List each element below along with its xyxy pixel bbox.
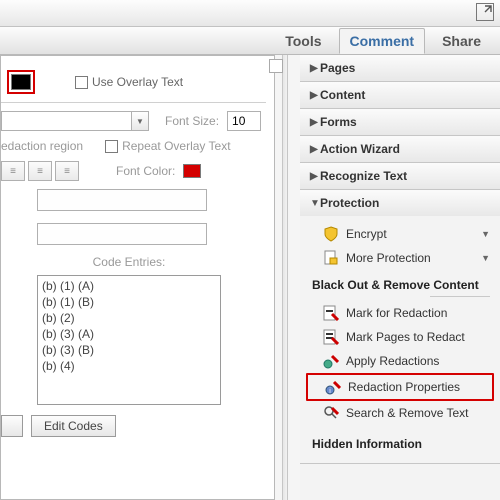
font-size-input[interactable] xyxy=(227,111,261,131)
font-color-label: Font Color: xyxy=(116,164,175,178)
prev-code-button[interactable] xyxy=(1,415,23,437)
panel-pages[interactable]: ▶Pages xyxy=(300,55,500,81)
more-protection-item[interactable]: More Protection ▼ xyxy=(300,246,500,270)
redact-mark-icon xyxy=(322,305,340,321)
panel-protection[interactable]: ▼Protection xyxy=(300,190,500,216)
hidden-info-subheader: Hidden Information xyxy=(300,425,500,455)
chevron-down-icon: ▼ xyxy=(481,229,490,239)
align-center-button[interactable]: ≡ xyxy=(28,161,52,181)
font-size-label: Font Size: xyxy=(165,114,219,128)
repeat-overlay-checkbox[interactable] xyxy=(105,140,118,153)
chevron-down-icon: ▼ xyxy=(481,253,490,263)
repeat-overlay-label: Repeat Overlay Text xyxy=(122,139,231,153)
code-entries-label: Code Entries: xyxy=(37,255,221,269)
search-remove-item[interactable]: Search & Remove Text xyxy=(300,401,500,425)
auto-size-label: edaction region xyxy=(1,139,83,153)
code-entries-list[interactable]: (b) (1) (A) (b) (1) (B) (b) (2) (b) (3) … xyxy=(37,275,221,405)
align-right-button[interactable]: ≡ xyxy=(55,161,79,181)
chevron-right-icon: ▶ xyxy=(310,90,320,101)
font-family-select[interactable] xyxy=(1,111,131,131)
use-overlay-text-checkbox[interactable] xyxy=(75,76,88,89)
edit-codes-button[interactable]: Edit Codes xyxy=(31,415,116,437)
tab-share[interactable]: Share xyxy=(431,28,492,54)
redact-properties-icon: i xyxy=(324,379,342,395)
blackout-subheader: Black Out & Remove Content xyxy=(300,270,500,296)
use-overlay-text-label: Use Overlay Text xyxy=(92,75,183,89)
fullscreen-icon[interactable] xyxy=(476,3,494,21)
tab-tools[interactable]: Tools xyxy=(274,28,332,54)
list-item[interactable]: (b) (3) (B) xyxy=(40,342,218,358)
custom-text-input[interactable] xyxy=(37,189,207,211)
list-item[interactable]: (b) (1) (B) xyxy=(40,294,218,310)
align-left-button[interactable]: ≡ xyxy=(1,161,25,181)
chevron-right-icon: ▶ xyxy=(310,117,320,128)
pane-splitter[interactable] xyxy=(282,55,288,500)
nav-thumb-icon[interactable] xyxy=(269,59,283,73)
panel-recognize-text[interactable]: ▶Recognize Text xyxy=(300,163,500,189)
redact-apply-icon xyxy=(322,353,340,369)
redaction-properties-item[interactable]: i Redaction Properties xyxy=(308,375,492,399)
document-lock-icon xyxy=(322,250,340,266)
chevron-right-icon: ▶ xyxy=(310,144,320,155)
list-item[interactable]: (b) (3) (A) xyxy=(40,326,218,342)
mark-pages-item[interactable]: Mark Pages to Redact xyxy=(300,325,500,349)
shield-icon xyxy=(322,226,340,242)
tabbar: Tools Comment Share xyxy=(0,27,500,55)
tools-panel: ▶Pages ▶Content ▶Forms ▶Action Wizard ▶R… xyxy=(300,55,500,500)
chevron-right-icon: ▶ xyxy=(310,171,320,182)
top-toolbar xyxy=(0,0,500,27)
font-color-well[interactable] xyxy=(183,164,201,178)
list-item[interactable]: (b) (1) (A) xyxy=(40,278,218,294)
panel-action-wizard[interactable]: ▶Action Wizard xyxy=(300,136,500,162)
font-family-dropdown-icon[interactable]: ▼ xyxy=(131,111,149,131)
panel-forms[interactable]: ▶Forms xyxy=(300,109,500,135)
chevron-down-icon: ▼ xyxy=(310,198,320,209)
mark-for-redaction-item[interactable]: Mark for Redaction xyxy=(300,301,500,325)
tab-comment[interactable]: Comment xyxy=(339,28,426,54)
chevron-right-icon: ▶ xyxy=(310,63,320,74)
fill-color-well[interactable] xyxy=(7,70,35,94)
redact-pages-icon xyxy=(322,329,340,345)
apply-redactions-item[interactable]: Apply Redactions xyxy=(300,349,500,373)
code-set-input[interactable] xyxy=(37,223,207,245)
encrypt-item[interactable]: Encrypt ▼ xyxy=(300,222,500,246)
list-item[interactable]: (b) (2) xyxy=(40,310,218,326)
redaction-properties-dialog: Use Overlay Text ▼ Font Size: edaction r… xyxy=(0,55,275,500)
redact-search-icon xyxy=(322,405,340,421)
panel-content[interactable]: ▶Content xyxy=(300,82,500,108)
list-item[interactable]: (b) (4) xyxy=(40,358,218,374)
